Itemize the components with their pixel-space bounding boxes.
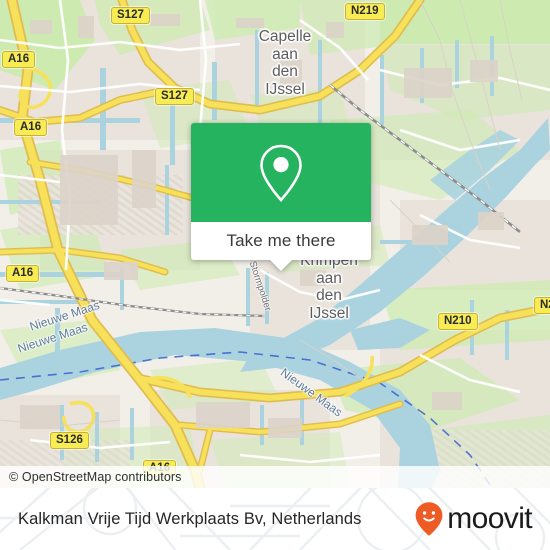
shield-n210[interactable]: N210 xyxy=(438,313,478,330)
take-me-there-card[interactable]: Take me there xyxy=(191,123,371,271)
page-title: Kalkman Vrije Tijd Werkplaats Bv, Nether… xyxy=(18,509,362,528)
take-me-there-button[interactable]: Take me there xyxy=(191,222,371,260)
moovit-wordmark: moovit xyxy=(447,502,532,535)
footer-bar: Kalkman Vrije Tijd Werkplaats Bv, Nether… xyxy=(0,488,550,550)
card-tail xyxy=(270,260,292,271)
map-screenshot: Capelle aan den IJssel Krimpen aan den I… xyxy=(0,0,550,550)
attribution-text: © OpenStreetMap contributors xyxy=(9,470,182,484)
map-attribution: © OpenStreetMap contributors xyxy=(0,466,550,488)
shield-a16-mid[interactable]: A16 xyxy=(14,119,48,136)
shield-s127-top[interactable]: S127 xyxy=(111,7,150,24)
moovit-logo[interactable]: moovit xyxy=(414,501,533,537)
shield-s126[interactable]: S126 xyxy=(50,432,89,449)
shield-n219[interactable]: N219 xyxy=(345,3,385,20)
moovit-pin-smiley-icon xyxy=(415,502,443,536)
location-pin-icon xyxy=(260,144,302,202)
card-pin-area xyxy=(191,123,371,222)
shield-a16-left[interactable]: A16 xyxy=(6,265,40,282)
map-canvas[interactable]: Capelle aan den IJssel Krimpen aan den I… xyxy=(0,0,550,488)
take-me-there-label: Take me there xyxy=(226,231,336,250)
shield-n21-edge[interactable]: N2 xyxy=(534,297,550,314)
shield-s127-mid[interactable]: S127 xyxy=(155,88,194,105)
shield-a16-top[interactable]: A16 xyxy=(2,51,36,68)
